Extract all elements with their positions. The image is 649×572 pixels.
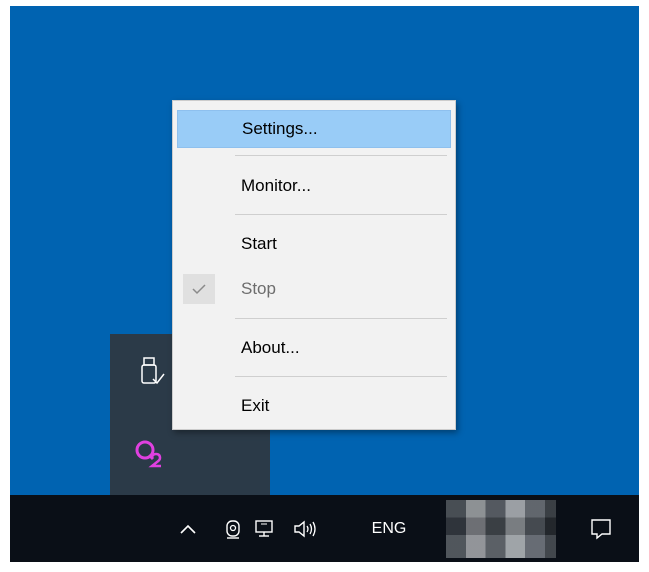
screenshot-border-bottom	[0, 562, 649, 572]
menu-item-stop[interactable]: Stop	[177, 270, 451, 308]
menu-item-label: Settings...	[242, 119, 318, 138]
q2-app-icon[interactable]	[132, 436, 166, 470]
screenshot-border-right	[639, 0, 649, 572]
notification-icon[interactable]	[580, 495, 622, 562]
chevron-up-icon[interactable]	[174, 495, 202, 562]
menu-item-label: Stop	[241, 279, 276, 298]
menu-item-monitor[interactable]: Monitor...	[177, 167, 451, 205]
language-indicator[interactable]: ENG	[366, 495, 412, 562]
menu-item-label: Monitor...	[241, 176, 311, 195]
usb-drive-icon[interactable]	[136, 354, 170, 388]
menu-separator	[235, 318, 447, 319]
menu-item-exit[interactable]: Exit	[177, 387, 451, 425]
menu-item-label: About...	[241, 338, 300, 357]
menu-item-start[interactable]: Start	[177, 225, 451, 263]
webcam-icon[interactable]	[220, 495, 248, 562]
checkmark-icon	[183, 274, 215, 304]
menu-item-label: Exit	[241, 396, 270, 415]
menu-separator	[235, 155, 447, 156]
menu-separator	[235, 214, 447, 215]
menu-item-label: Start	[241, 234, 277, 253]
tray-context-menu: Settings... Monitor... Start Stop About.…	[172, 100, 456, 430]
screenshot-border-left	[0, 0, 10, 572]
clock-pixel-overlay	[446, 500, 556, 558]
menu-separator	[235, 376, 447, 377]
clock-pixelated[interactable]	[446, 500, 556, 558]
screenshot-border-top	[0, 0, 649, 6]
network-icon[interactable]	[248, 495, 284, 562]
volume-icon[interactable]	[288, 495, 324, 562]
menu-item-about[interactable]: About...	[177, 329, 451, 367]
taskbar: ENG	[10, 495, 639, 562]
menu-item-settings[interactable]: Settings...	[177, 110, 451, 148]
